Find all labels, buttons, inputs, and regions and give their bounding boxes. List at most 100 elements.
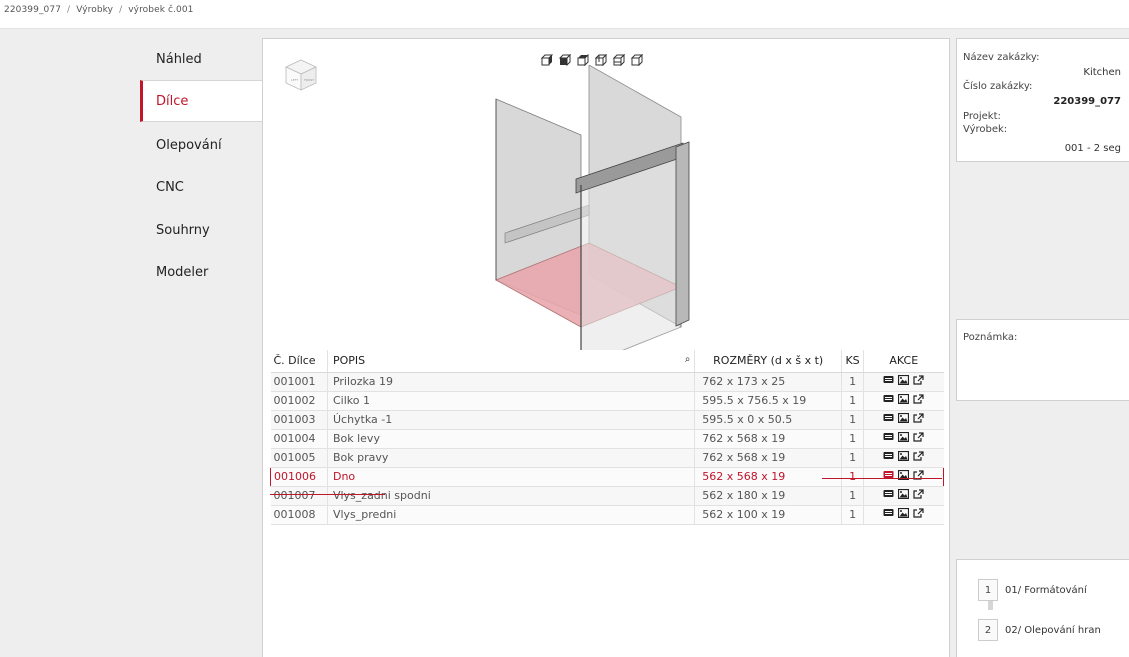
- cell-dims: 562 x 180 x 19: [694, 486, 843, 506]
- image-icon[interactable]: [898, 450, 910, 464]
- column-header-ks[interactable]: KS: [841, 350, 865, 373]
- cell-actions: [863, 391, 944, 411]
- external-link-icon[interactable]: [913, 375, 924, 388]
- cabinet-front-strip: [675, 141, 690, 327]
- cabinet-3d-model[interactable]: [481, 65, 721, 355]
- order-name-label: Název zakázky:: [963, 52, 1040, 63]
- order-info-panel: Název zakázky: Kitchen Číslo zakázky: 22…: [956, 38, 1129, 162]
- external-link-icon[interactable]: [913, 489, 924, 502]
- nav-item-label: Náhled: [156, 51, 202, 67]
- svg-text:LEFT: LEFT: [291, 78, 298, 82]
- monitor-icon[interactable]: [883, 375, 894, 388]
- nav-item-label: Dílce: [156, 93, 189, 109]
- image-icon[interactable]: [898, 431, 910, 445]
- table-header-row: Č. Dílce POPIS ⌕ ROZMĚRY (d x š x t) KS A…: [270, 350, 944, 373]
- column-header-desc[interactable]: POPIS ⌕: [327, 350, 696, 373]
- product-label: Výrobek:: [963, 124, 1008, 135]
- svg-text:FRONT: FRONT: [304, 78, 314, 82]
- monitor-icon[interactable]: [883, 432, 894, 445]
- note-panel[interactable]: Poznámka:: [956, 319, 1129, 401]
- cell-code: 001002: [270, 391, 328, 411]
- external-link-icon[interactable]: [913, 432, 924, 445]
- external-link-icon[interactable]: [913, 470, 924, 483]
- cell-ks: 1: [841, 467, 865, 487]
- external-link-icon[interactable]: [913, 394, 924, 407]
- project-label: Projekt:: [963, 111, 1001, 122]
- nav-item-olepovani[interactable]: Olepování: [140, 124, 262, 166]
- breadcrumb-separator: /: [119, 5, 123, 15]
- table-row[interactable]: 001002 Cilko 1 595.5 x 756.5 x 19 1: [270, 391, 944, 411]
- monitor-icon[interactable]: [883, 451, 894, 464]
- breadcrumb-order[interactable]: 220399_077: [4, 5, 61, 15]
- nav-cube-icon[interactable]: LEFT FRONT: [283, 57, 319, 93]
- row-action-icons: [883, 431, 924, 445]
- table-row[interactable]: 001007 Vlys_zadni spodni 562 x 180 x 19 1: [270, 486, 944, 506]
- cell-dims: 562 x 100 x 19: [694, 505, 843, 525]
- monitor-icon[interactable]: [883, 394, 894, 407]
- cell-ks: 1: [841, 486, 865, 506]
- external-link-icon[interactable]: [913, 451, 924, 464]
- breadcrumb-separator: /: [67, 5, 71, 15]
- order-name-value: Kitchen: [1083, 67, 1121, 78]
- cell-desc: Vlys_predni: [327, 505, 696, 525]
- table-row[interactable]: 001001 Prilozka 19 762 x 173 x 25 1: [270, 372, 944, 392]
- cell-dims: 595.5 x 756.5 x 19: [694, 391, 843, 411]
- cell-desc: Bok pravy: [327, 448, 696, 468]
- image-icon[interactable]: [898, 412, 910, 426]
- nav-item-dilce[interactable]: Dílce: [140, 80, 262, 122]
- column-header-desc-label: POPIS: [332, 354, 366, 368]
- table-row[interactable]: 001008 Vlys_predni 562 x 100 x 19 1: [270, 505, 944, 525]
- search-icon[interactable]: ⌕: [685, 354, 691, 365]
- nav-item-souhrny[interactable]: Souhrny: [140, 209, 262, 251]
- cell-desc: Dno: [327, 467, 696, 487]
- column-header-dims[interactable]: ROZMĚRY (d x š x t): [694, 350, 843, 373]
- row-action-icons: [883, 450, 924, 464]
- cell-ks: 1: [841, 429, 865, 449]
- cell-code: 001006: [270, 467, 328, 487]
- nav-item-nahled[interactable]: Náhled: [140, 38, 262, 80]
- column-header-code[interactable]: Č. Dílce: [270, 350, 328, 373]
- external-link-icon[interactable]: [913, 508, 924, 521]
- image-icon[interactable]: [898, 393, 910, 407]
- operation-number: 1: [978, 579, 998, 601]
- row-action-icons: [883, 469, 924, 483]
- image-icon[interactable]: [898, 488, 910, 502]
- selection-underline: [270, 494, 385, 495]
- external-link-icon[interactable]: [913, 413, 924, 426]
- row-action-icons: [883, 393, 924, 407]
- row-action-icons: [883, 374, 924, 388]
- main-panel: LEFT FRONT Č. Dílce POPIS ⌕ ROZMĚRY (d x…: [262, 38, 950, 657]
- operation-item[interactable]: 2 02/ Olepování hran: [978, 619, 1101, 641]
- table-row[interactable]: 001003 Úchytka -1 595.5 x 0 x 50.5 1: [270, 410, 944, 430]
- table-row-selected[interactable]: 001006 Dno 562 x 568 x 19 1: [270, 467, 944, 487]
- image-icon[interactable]: [898, 507, 910, 521]
- cell-desc: Bok levy: [327, 429, 696, 449]
- column-header-actions-label: AKCE: [889, 354, 919, 368]
- operations-panel: [956, 559, 1129, 657]
- image-icon[interactable]: [897, 469, 910, 483]
- table-row[interactable]: 001004 Bok levy 762 x 568 x 19 1: [270, 429, 944, 449]
- nav-item-label: Olepování: [156, 137, 222, 153]
- row-action-icons: [883, 412, 924, 426]
- cell-actions: [863, 410, 944, 430]
- nav-item-modeler[interactable]: Modeler: [140, 251, 262, 293]
- cell-desc: Prilozka 19: [327, 372, 696, 392]
- breadcrumb-products[interactable]: Výrobky: [76, 5, 113, 15]
- operation-label: 02/ Olepování hran: [1005, 624, 1101, 636]
- monitor-icon[interactable]: [883, 508, 894, 521]
- row-action-icons: [883, 488, 924, 502]
- monitor-icon[interactable]: [883, 489, 894, 502]
- breadcrumb-product: výrobek č.001: [128, 5, 194, 15]
- monitor-icon[interactable]: [883, 470, 894, 483]
- table-row[interactable]: 001005 Bok pravy 762 x 568 x 19 1: [270, 448, 944, 468]
- cell-code: 001004: [270, 429, 328, 449]
- cell-ks: 1: [841, 391, 865, 411]
- cell-ks: 1: [841, 410, 865, 430]
- nav-item-cnc[interactable]: CNC: [140, 166, 262, 208]
- monitor-icon[interactable]: [883, 413, 894, 426]
- side-nav: Náhled Dílce Olepování CNC Souhrny Model…: [140, 38, 262, 657]
- cell-code: 001003: [270, 410, 328, 430]
- image-icon[interactable]: [898, 374, 910, 388]
- operation-item[interactable]: 1 01/ Formátování: [978, 579, 1087, 601]
- cell-actions: [863, 467, 944, 487]
